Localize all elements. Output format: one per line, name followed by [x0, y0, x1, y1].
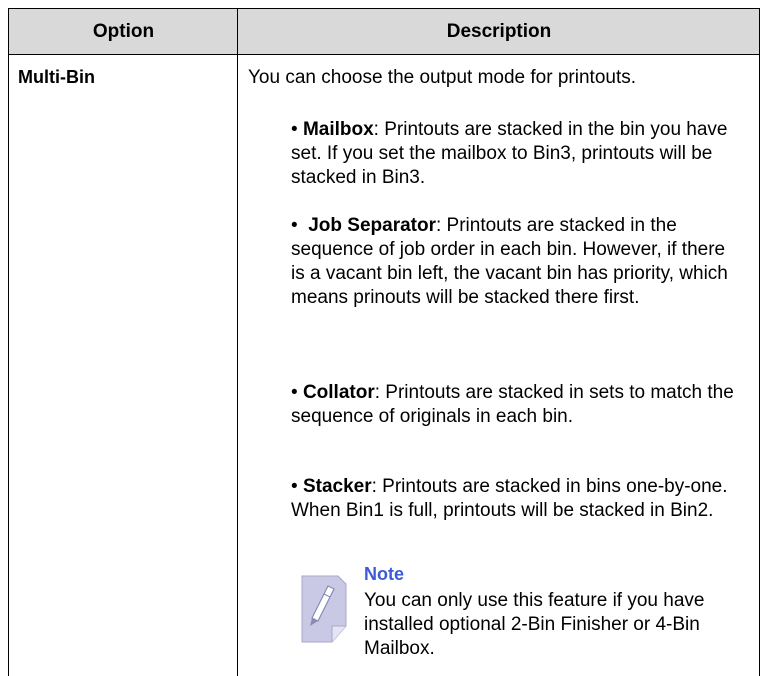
- note-pencil-icon: [301, 575, 347, 643]
- note-title: Note: [364, 564, 404, 584]
- bullet-stacker: • Stacker: Printouts are stacked in bins…: [291, 475, 741, 523]
- bullet-mark: •: [291, 382, 303, 403]
- table-header: Option Description: [8, 8, 760, 55]
- bullet-mark: •: [291, 119, 303, 140]
- bullet-mark: •: [291, 215, 309, 236]
- note-text: You can only use this feature if you hav…: [364, 590, 705, 659]
- bullet-job-separator: • Job Separator: Printouts are stacked i…: [291, 214, 741, 310]
- header-description: Description: [446, 21, 552, 42]
- right-border: [759, 54, 760, 676]
- left-border: [8, 54, 9, 676]
- bullet-mark: •: [291, 476, 303, 497]
- option-name: Multi-Bin: [18, 67, 95, 87]
- header-option: Option: [92, 21, 155, 42]
- description-intro: You can choose the output mode for print…: [248, 67, 637, 88]
- bullet-collator: • Collator: Printouts are stacked in set…: [291, 381, 741, 429]
- column-divider: [237, 8, 238, 676]
- bullet-term: Mailbox: [302, 119, 374, 140]
- bullet-term: Stacker: [302, 476, 372, 497]
- bullet-term: Collator: [302, 382, 375, 403]
- bullet-mailbox: • Mailbox: Printouts are stacked in the …: [291, 118, 741, 190]
- bullet-term: Job Separator: [308, 215, 436, 236]
